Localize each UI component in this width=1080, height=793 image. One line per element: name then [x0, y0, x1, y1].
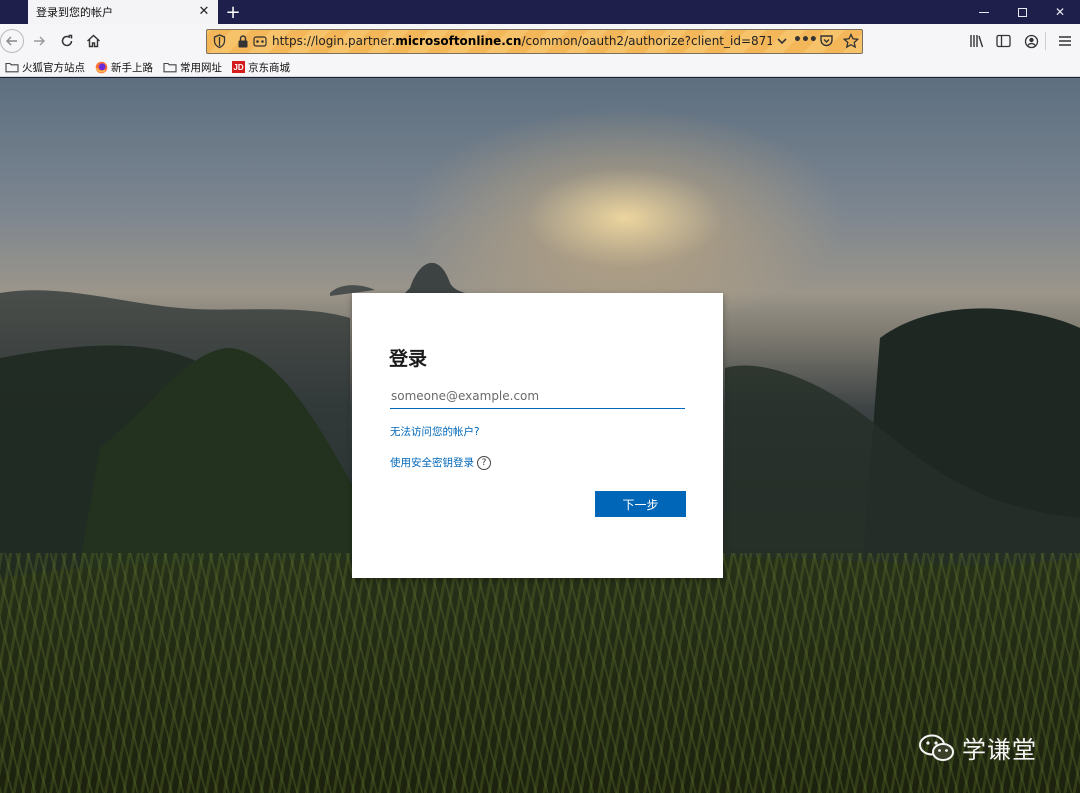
bookmark-item[interactable]: 火狐官方站点 — [5, 58, 85, 77]
back-button[interactable] — [0, 29, 24, 53]
home-button[interactable] — [80, 28, 106, 54]
next-button[interactable]: 下一步 — [595, 491, 686, 517]
reload-icon — [61, 34, 73, 47]
menu-button[interactable] — [1054, 30, 1076, 52]
tracking-shield-icon[interactable] — [213, 34, 226, 49]
pocket-icon[interactable] — [819, 34, 834, 48]
watermark-text: 学谦堂 — [962, 736, 1037, 764]
hamburger-menu-icon — [1059, 36, 1071, 46]
sidebar-button[interactable] — [992, 30, 1014, 52]
security-key-signin-link[interactable]: 使用安全密钥登录 ? — [390, 455, 491, 470]
maximize-icon — [1017, 7, 1027, 17]
reload-button[interactable] — [54, 28, 80, 54]
url-domain: microsoftonline.cn — [395, 34, 522, 48]
maximize-button[interactable] — [1004, 0, 1040, 24]
bookmark-item[interactable]: JD 京东商城 — [232, 58, 290, 77]
bookmark-label: 京东商城 — [248, 61, 290, 74]
folder-icon — [5, 62, 19, 73]
bookmark-star-icon[interactable] — [843, 33, 859, 49]
url-prefix: https://login.partner. — [272, 34, 396, 48]
toolbar-separator — [1045, 32, 1046, 50]
url-bar[interactable]: https://login.partner.microsoftonline.cn… — [206, 29, 863, 54]
email-field[interactable] — [390, 383, 685, 409]
forward-button[interactable] — [26, 28, 52, 54]
watermark: 学谦堂 — [918, 730, 1037, 765]
page-actions-icon[interactable]: ••• — [793, 32, 818, 48]
tab-active[interactable]: 登录到您的帐户 ✕ — [28, 0, 218, 24]
wechat-icon — [919, 734, 954, 761]
firefox-icon — [95, 61, 108, 73]
bookmark-label: 火狐官方站点 — [22, 61, 85, 74]
bookmark-item[interactable]: 常用网址 — [163, 58, 222, 77]
sidebar-icon — [995, 34, 1011, 48]
library-button[interactable] — [966, 30, 988, 52]
bookmark-label: 常用网址 — [180, 61, 222, 74]
account-button[interactable] — [1020, 30, 1042, 52]
library-icon — [970, 35, 984, 48]
bookmark-label: 新手上路 — [111, 61, 153, 74]
tab-title: 登录到您的帐户 — [36, 6, 113, 19]
title-bar: 登录到您的帐户 ✕ + ✕ — [0, 0, 1080, 24]
security-key-label: 使用安全密钥登录 — [390, 457, 474, 469]
url-text[interactable]: https://login.partner.microsoftonline.cn… — [272, 34, 772, 48]
minimize-icon — [979, 11, 989, 13]
signin-card: 登录 无法访问您的帐户? 使用安全密钥登录 ? 下一步 — [352, 293, 723, 578]
url-suffix: /common/oauth2/authorize?client_id=871c0… — [521, 34, 772, 48]
close-window-button[interactable]: ✕ — [1042, 0, 1078, 24]
bookmark-item[interactable]: 新手上路 — [95, 58, 153, 77]
help-icon[interactable]: ? — [477, 455, 491, 470]
folder-icon — [163, 62, 177, 73]
nav-toolbar: https://login.partner.microsoftonline.cn… — [0, 24, 1080, 58]
permissions-icon[interactable] — [252, 34, 268, 49]
new-tab-button[interactable]: + — [224, 0, 242, 24]
account-icon — [1024, 34, 1038, 48]
back-arrow-icon — [6, 36, 17, 46]
chevron-down-icon[interactable] — [775, 34, 789, 48]
bookmarks-bar: 火狐官方站点 新手上路 常用网址 JD 京东商城 — [0, 58, 1080, 77]
close-tab-icon[interactable]: ✕ — [196, 3, 212, 19]
minimize-button[interactable] — [966, 0, 1002, 24]
jd-icon: JD — [232, 61, 245, 73]
signin-title: 登录 — [389, 348, 428, 370]
home-icon — [86, 34, 100, 48]
forward-arrow-icon — [34, 36, 45, 46]
lock-icon[interactable] — [237, 34, 249, 49]
cant-access-account-link[interactable]: 无法访问您的帐户? — [390, 424, 480, 439]
